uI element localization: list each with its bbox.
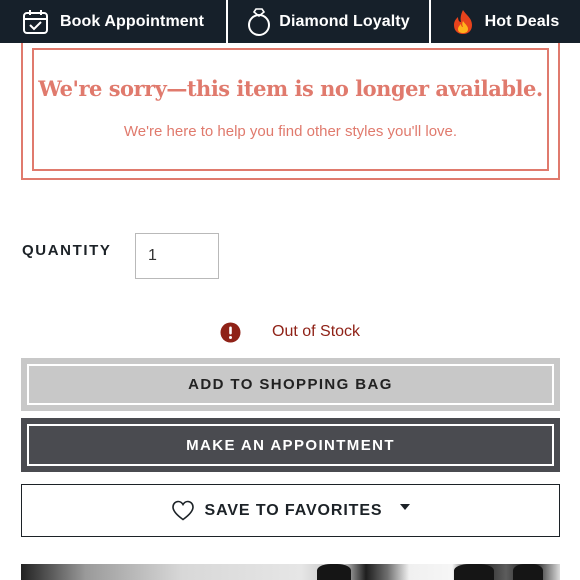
add-to-shopping-bag-label: ADD TO SHOPPING BAG <box>27 364 554 405</box>
flame-icon <box>452 9 474 35</box>
nav-book-appointment-label: Book Appointment <box>60 12 205 30</box>
lifestyle-photo-banner <box>21 564 560 580</box>
nav-book-appointment[interactable]: Book Appointment <box>0 0 226 43</box>
unavailable-notice: We're sorry—this item is no longer avail… <box>21 43 560 180</box>
calendar-check-icon <box>22 8 49 35</box>
top-navigation-bar: Book Appointment Diamond Loyalty Hot Dea… <box>0 0 580 43</box>
diamond-ring-icon <box>247 7 271 37</box>
make-appointment-button[interactable]: MAKE AN APPOINTMENT <box>21 418 560 472</box>
quantity-input[interactable] <box>135 233 219 279</box>
caret-down-icon[interactable] <box>399 504 411 511</box>
stock-status: Out of Stock <box>220 321 360 343</box>
notice-title: We're sorry—this item is no longer avail… <box>38 76 543 101</box>
nav-hot-deals[interactable]: Hot Deals <box>429 0 580 43</box>
save-to-favorites-label: SAVE TO FAVORITES <box>204 501 383 519</box>
quantity-label: QUANTITY <box>22 242 112 259</box>
unavailable-notice-frame: We're sorry—this item is no longer avail… <box>32 48 549 171</box>
save-to-favorites-button[interactable]: SAVE TO FAVORITES <box>21 484 560 537</box>
add-to-shopping-bag-button[interactable]: ADD TO SHOPPING BAG <box>21 358 560 411</box>
stock-status-text: Out of Stock <box>272 323 361 340</box>
nav-diamond-loyalty[interactable]: Diamond Loyalty <box>226 0 429 43</box>
notice-subtitle: We're here to help you find other styles… <box>123 123 458 140</box>
heart-icon <box>171 500 195 521</box>
nav-diamond-loyalty-label: Diamond Loyalty <box>279 12 410 30</box>
make-appointment-label: MAKE AN APPOINTMENT <box>27 424 554 466</box>
alert-circle-icon <box>220 322 241 343</box>
nav-hot-deals-label: Hot Deals <box>484 12 560 30</box>
